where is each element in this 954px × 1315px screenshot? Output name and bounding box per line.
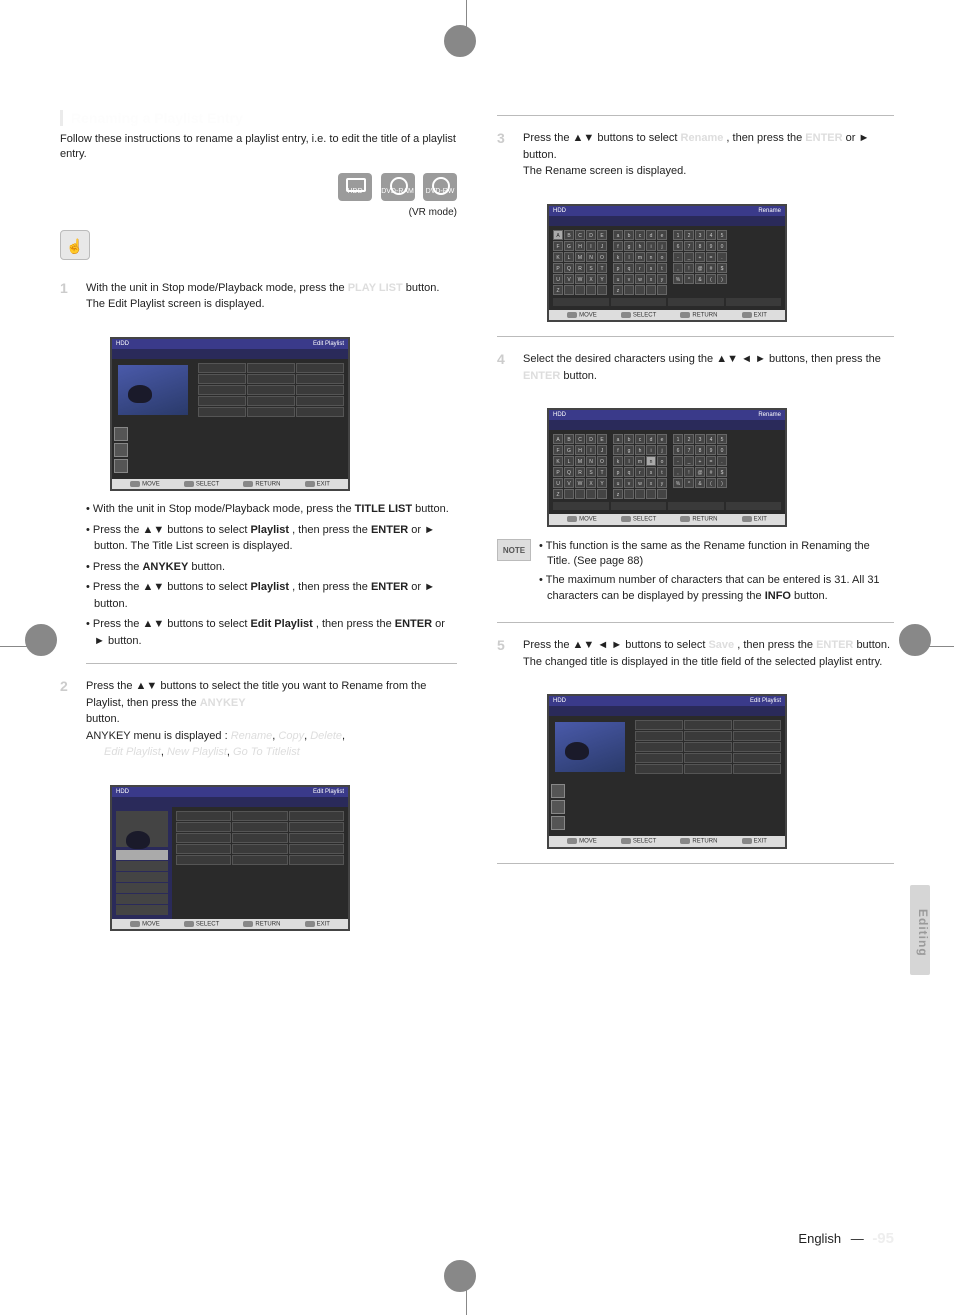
crop-mark-right	[924, 632, 954, 662]
playlist-button-label: PLAY LIST	[348, 282, 403, 294]
bullet-4: Press the ▲▼ buttons to select Playlist …	[86, 579, 457, 612]
step1-text-c: The Edit Playlist screen is displayed.	[86, 298, 265, 310]
step-number: 3	[497, 130, 515, 148]
page-footer: English — -95	[60, 1230, 894, 1247]
note-1: This function is the same as the Rename …	[539, 539, 894, 570]
right-column: 3 Press the ▲▼ buttons to select Rename …	[497, 55, 894, 941]
osd-anykey-menu: HDDEdit Playlist M	[110, 785, 350, 932]
osd-move: MOVE	[130, 481, 160, 488]
bullet-1: With the unit in Stop mode/Playback mode…	[86, 501, 457, 518]
divider	[497, 863, 894, 864]
vr-mode-label: (VR mode)	[60, 207, 457, 218]
crop-mark-bottom	[452, 1285, 482, 1315]
note-icon: NOTE	[497, 539, 531, 561]
step-1: 1 With the unit in Stop mode/Playback mo…	[60, 280, 457, 323]
step-number: 2	[60, 678, 78, 696]
step-number: 5	[497, 637, 515, 655]
osd-hdr-left: HDD	[116, 341, 129, 347]
media-icons-row: HDD DVD-RAM DVD-RW	[60, 173, 457, 201]
step-number: 1	[60, 280, 78, 298]
divider	[497, 336, 894, 337]
osd-exit: EXIT	[305, 481, 330, 488]
crop-mark-top	[452, 0, 482, 30]
osd-thumbnail	[118, 365, 188, 415]
page-number: -95	[872, 1230, 894, 1247]
dvd-ram-icon: DVD-RAM	[381, 173, 415, 201]
step-3: 3 Press the ▲▼ buttons to select Rename …	[497, 130, 894, 190]
dvd-rw-icon: DVD-RW	[423, 173, 457, 201]
alt-method-bullets: With the unit in Stop mode/Playback mode…	[86, 501, 457, 649]
hdd-icon: HDD	[338, 173, 372, 201]
manual-page: Renaming a Playlist Entry Follow these i…	[60, 55, 894, 1255]
hand-icon: ☝	[60, 230, 90, 260]
side-tab-editing: Editing	[910, 885, 930, 975]
note-box: NOTE This function is the same as the Re…	[497, 539, 894, 609]
divider	[86, 663, 457, 664]
osd-return: RETURN	[243, 481, 280, 488]
footer-language: English	[798, 1231, 841, 1246]
step-4: 4 Select the desired characters using th…	[497, 351, 894, 394]
osd-thumbnail	[116, 811, 168, 847]
section-title: Renaming a Playlist Entry	[60, 110, 457, 126]
osd-table	[194, 359, 348, 479]
step1-text-b: button.	[406, 282, 440, 294]
step1-text-a: With the unit in Stop mode/Playback mode…	[86, 282, 345, 294]
osd-edit-playlist: HDDEdit Playlist M	[110, 337, 350, 492]
step-2: 2 Press the ▲▼ buttons to select the tit…	[60, 678, 457, 771]
osd-rename-keyboard-1: HDDRename ABCDE FGHIJ KLMNO PQRST UVWXY …	[547, 204, 787, 323]
crop-mark-left	[0, 632, 30, 662]
note-2: The maximum number of characters that ca…	[539, 573, 894, 604]
osd-menu	[112, 807, 172, 919]
osd-edit-playlist-result: HDDEdit Playlist M	[547, 694, 787, 849]
osd-select: SELECT	[184, 481, 219, 488]
osd-keyboard: ABCDE FGHIJ KLMNO PQRST UVWXY Z abcde fg…	[549, 226, 785, 310]
step-number: 4	[497, 351, 515, 369]
divider	[497, 622, 894, 623]
osd-rename-keyboard-2: HDDRename ABCDE FGHIJ KLMNO PQRST UVWXY …	[547, 408, 787, 527]
intro-text: Follow these instructions to rename a pl…	[60, 132, 457, 163]
bullet-3: Press the ANYKEY button.	[86, 559, 457, 576]
divider	[497, 115, 894, 116]
osd-thumbnail	[555, 722, 625, 772]
osd-footer: MOVE SELECT RETURN EXIT	[112, 479, 348, 490]
osd-hdr-right: Edit Playlist	[313, 341, 344, 347]
bullet-2: Press the ▲▼ buttons to select Playlist …	[86, 522, 457, 555]
osd-sidebar	[112, 421, 194, 479]
left-column: Renaming a Playlist Entry Follow these i…	[60, 55, 457, 941]
step-5: 5 Press the ▲▼ ◄ ► buttons to select Sav…	[497, 637, 894, 680]
bullet-5: Press the ▲▼ buttons to select Edit Play…	[86, 616, 457, 649]
osd-tab	[112, 349, 348, 359]
